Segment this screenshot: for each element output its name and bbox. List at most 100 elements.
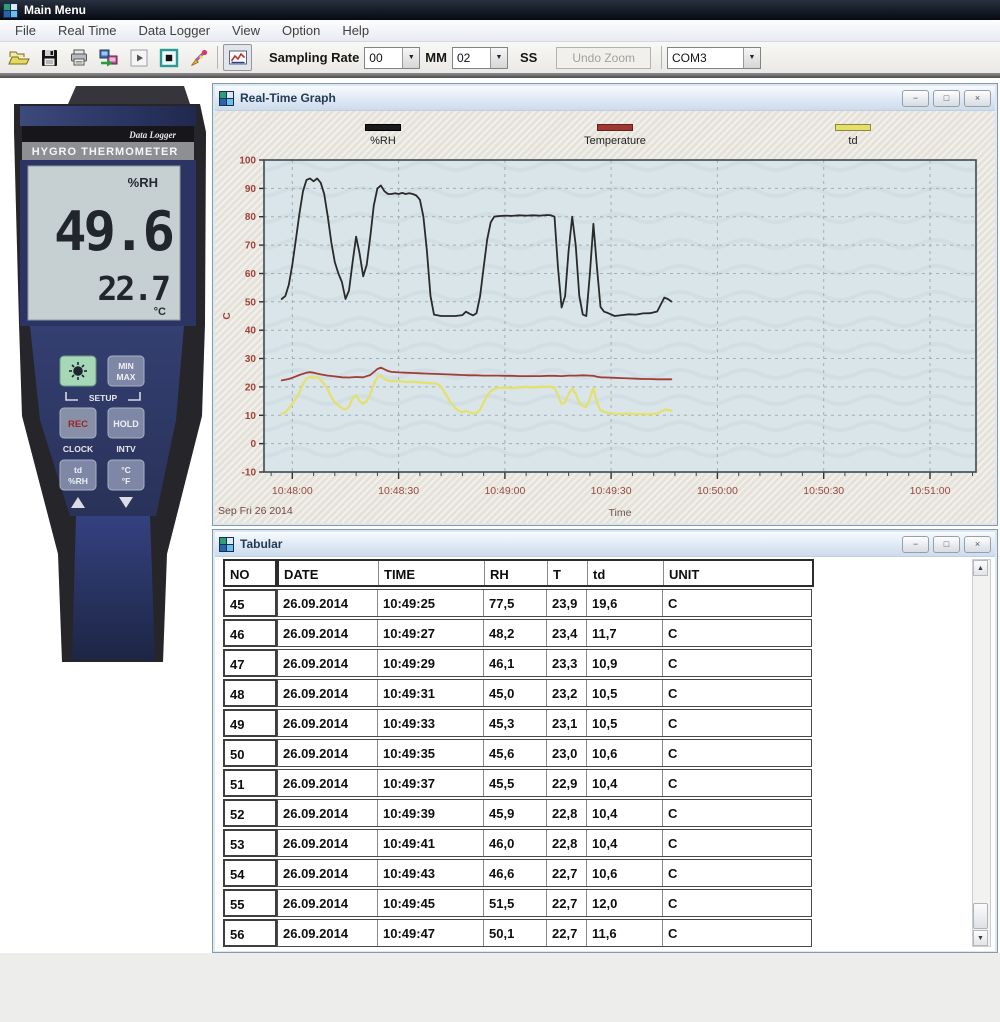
legend-label: %RH [338, 135, 428, 147]
open-file-icon[interactable] [5, 45, 32, 70]
svg-text:40: 40 [245, 326, 257, 337]
minimize-button[interactable]: − [902, 90, 929, 107]
row-number-cell: 56 [223, 919, 277, 947]
table-cell: 10:49:27 [378, 620, 484, 646]
maximize-button[interactable]: □ [933, 536, 960, 553]
table-cell: C [663, 890, 811, 916]
svg-text:10:48:00: 10:48:00 [272, 485, 313, 497]
window-icon [219, 537, 234, 552]
chevron-down-icon[interactable]: ▼ [402, 48, 419, 68]
row-number-cell: 47 [223, 649, 277, 677]
table-row[interactable]: 5026.09.201410:49:3545,623,010,6C [223, 739, 814, 767]
main-titlebar: Main Menu [0, 0, 1000, 20]
tabular-window-titlebar[interactable]: Tabular − □ × [215, 532, 995, 557]
table-cell: 46,0 [484, 830, 547, 856]
close-button[interactable]: × [964, 90, 991, 107]
print-icon[interactable] [65, 45, 92, 70]
table-cell: 46,6 [484, 860, 547, 886]
graph-view-icon[interactable] [223, 44, 252, 71]
table-row[interactable]: 5226.09.201410:49:3945,922,810,4C [223, 799, 814, 827]
legend-item-td: td [808, 124, 898, 147]
window-icon [219, 91, 234, 106]
table-cell: 10:49:33 [378, 710, 484, 736]
table-cell: C [663, 590, 811, 616]
menu-item-file[interactable]: File [4, 21, 47, 40]
table-row[interactable]: 5426.09.201410:49:4346,622,710,6C [223, 859, 814, 887]
pen-color-icon[interactable] [185, 45, 212, 70]
lcd-humidity-value: 49.6 [54, 200, 173, 263]
table-cell: 10,4 [587, 830, 663, 856]
c-f-key-label: °C [121, 465, 131, 475]
chevron-down-icon[interactable]: ▼ [743, 48, 760, 68]
menu-item-option[interactable]: Option [271, 21, 331, 40]
svg-text:-10: -10 [242, 468, 257, 479]
legend-swatch [597, 124, 633, 131]
window-title: Main Menu [24, 3, 86, 17]
menu-item-real-time[interactable]: Real Time [47, 21, 128, 40]
table-cell: 10,6 [587, 740, 663, 766]
menu-item-data-logger[interactable]: Data Logger [127, 21, 221, 40]
close-button[interactable]: × [964, 536, 991, 553]
table-cell: 26.09.2014 [278, 770, 378, 796]
table-cell: 45,9 [484, 800, 547, 826]
scrollbar-thumb[interactable] [973, 903, 988, 929]
table-row[interactable]: 4726.09.201410:49:2946,123,310,9C [223, 649, 814, 677]
table-row[interactable]: 5326.09.201410:49:4146,022,810,4C [223, 829, 814, 857]
table-row[interactable]: 5126.09.201410:49:3745,522,910,4C [223, 769, 814, 797]
scroll-up-icon[interactable]: ▲ [973, 560, 988, 576]
table-cell: 23,1 [547, 710, 587, 736]
table-cell: 10,5 [587, 710, 663, 736]
menu-item-view[interactable]: View [221, 21, 271, 40]
table-cell: 23,2 [547, 680, 587, 706]
stop-record-icon[interactable] [155, 45, 182, 70]
row-number-cell: 51 [223, 769, 277, 797]
export-data-icon[interactable] [95, 45, 122, 70]
app-icon [3, 3, 18, 18]
svg-text:60: 60 [245, 269, 257, 280]
save-icon[interactable] [35, 45, 62, 70]
scroll-down-icon[interactable]: ▼ [973, 930, 988, 946]
chevron-down-icon[interactable]: ▼ [490, 48, 507, 68]
sampling-seconds-combo[interactable]: 02 ▼ [452, 47, 508, 69]
svg-text:10:48:30: 10:48:30 [378, 485, 419, 497]
column-header: DATE [279, 561, 379, 585]
table-cell: C [663, 740, 811, 766]
menu-item-help[interactable]: Help [331, 21, 380, 40]
table-cell: C [663, 650, 811, 676]
lcd-temp-unit: °C [154, 306, 166, 318]
table-cell: 26.09.2014 [278, 740, 378, 766]
legend-label: Temperature [570, 135, 660, 147]
sampling-minutes-combo[interactable]: 00 ▼ [364, 47, 420, 69]
client-area: Data Logger HYGRO THERMOMETER %RH 49.6 2… [0, 78, 1000, 1022]
table-row[interactable]: 5626.09.201410:49:4750,122,711,6C [223, 919, 814, 947]
table-row[interactable]: 4926.09.201410:49:3345,323,110,5C [223, 709, 814, 737]
legend-item-RH: %RH [338, 124, 428, 147]
legend-label: td [808, 135, 898, 147]
table-row[interactable]: 4526.09.201410:49:2577,523,919,6C [223, 589, 814, 617]
minmax-key-label: MIN [118, 361, 134, 371]
tabular-window-title: Tabular [240, 537, 898, 551]
minimize-button[interactable]: − [902, 536, 929, 553]
device-photo: Data Logger HYGRO THERMOMETER %RH 49.6 2… [6, 84, 208, 666]
table-cell: 23,3 [547, 650, 587, 676]
table-row[interactable]: 4626.09.201410:49:2748,223,411,7C [223, 619, 814, 647]
lcd-temperature-value: 22.7 [98, 269, 170, 308]
row-number-cell: 50 [223, 739, 277, 767]
table-cell: 11,7 [587, 620, 663, 646]
com-port-combo[interactable]: COM3 ▼ [667, 47, 761, 69]
table-cell: 10:49:43 [378, 860, 484, 886]
table-cell: 26.09.2014 [278, 710, 378, 736]
table-cell: 46,1 [484, 650, 547, 676]
table-cell: 11,6 [587, 920, 663, 946]
vertical-scrollbar[interactable]: ▲ ▼ [972, 559, 991, 947]
graph-window-titlebar[interactable]: Real-Time Graph − □ × [215, 86, 995, 111]
intv-label: INTV [116, 444, 136, 454]
undo-zoom-button[interactable]: Undo Zoom [556, 47, 651, 69]
maximize-button[interactable]: □ [933, 90, 960, 107]
table-cell: 10,4 [587, 800, 663, 826]
realtime-chart[interactable]: 1009080706050403020100-1010:48:0010:48:3… [216, 150, 997, 522]
table-cell: 26.09.2014 [278, 920, 378, 946]
play-icon[interactable] [125, 45, 152, 70]
table-row[interactable]: 5526.09.201410:49:4551,522,712,0C [223, 889, 814, 917]
table-row[interactable]: 4826.09.201410:49:3145,023,210,5C [223, 679, 814, 707]
